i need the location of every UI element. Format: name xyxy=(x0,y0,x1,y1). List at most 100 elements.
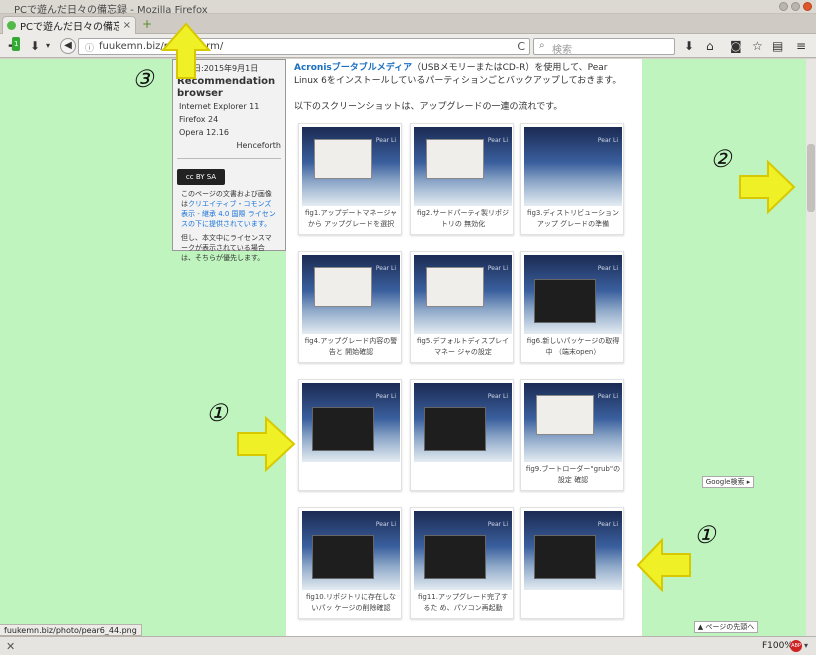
figure-thumbnail[interactable]: Pear Li xyxy=(302,127,400,206)
tab-active[interactable]: PCで遊んだ日々の備忘... × xyxy=(2,16,136,34)
figure-thumbnail[interactable]: Pear Li xyxy=(414,383,512,462)
figure-thumbnail[interactable]: Pear Li xyxy=(414,511,512,590)
figure-card[interactable]: Pear Li xyxy=(410,379,514,491)
pear-logo-text: Pear Li xyxy=(375,393,396,400)
pocket-icon[interactable]: ◙ xyxy=(730,39,742,53)
dialog-window xyxy=(314,267,372,307)
tab-bar: PCで遊んだ日々の備忘... × + xyxy=(0,14,816,34)
figure-caption: fig4.アップグレード内容の警告と 開始確認 xyxy=(304,337,398,356)
figure-thumbnail[interactable]: Pear Li xyxy=(414,127,512,206)
license-note: 但し、本文中にライセンスマークが表示されている場合は、そちらが優先します。 xyxy=(181,234,272,262)
window-controls xyxy=(779,2,812,11)
figure-thumbnail[interactable]: Pear Li xyxy=(524,383,622,462)
reading-list-icon[interactable]: ▤ xyxy=(772,39,783,53)
license-link[interactable]: クリエイティブ・コモンズ 表示 - 継承 4.0 国際 ライセンスの下に提供され… xyxy=(181,200,276,228)
favicon-icon xyxy=(7,21,16,30)
browser-opera: Opera 12.16 xyxy=(179,128,229,137)
home-icon[interactable]: ⌂ xyxy=(706,39,714,53)
annotation-arrow-right-2 xyxy=(739,159,796,215)
downloads-icon[interactable]: ⬇ xyxy=(684,39,694,53)
pear-logo-text: Pear Li xyxy=(487,265,508,272)
close-addon-bar-icon[interactable]: ✕ xyxy=(6,640,15,653)
intro-sentence: 以下のスクリーンショットは、アップグレードの一連の流れです。 xyxy=(294,102,563,112)
sidebar-box: 更新日:2015年9月1日 Recommendation browser Int… xyxy=(172,59,286,262)
search-bar[interactable]: ⌕ 検索 xyxy=(533,38,675,56)
vertical-scrollbar[interactable] xyxy=(806,59,816,636)
annotation-label-3: ③ xyxy=(132,65,154,93)
figure-card[interactable]: Pear Li fig11.アップグレード完了するた め、パソコン再起動 xyxy=(410,507,514,619)
cc-license-badge[interactable]: cc BY SA xyxy=(177,169,225,185)
figure-card[interactable]: Pear Li fig9.ブートローダー"grub"の設定 確認 xyxy=(520,379,624,491)
figure-thumbnail[interactable]: Pear Li xyxy=(302,255,400,334)
firefox-window: PCで遊んだ日々の備忘録 - Mozilla Firefox PCで遊んだ日々の… xyxy=(0,0,816,655)
figure-card[interactable]: Pear Li xyxy=(520,507,624,619)
zoom-level[interactable]: F100% xyxy=(762,641,793,651)
back-to-top-button[interactable]: ▲ ページの先頭へ xyxy=(694,621,758,633)
minimize-button[interactable] xyxy=(779,2,788,11)
download-icon[interactable]: ⬇ xyxy=(30,39,40,53)
browser-ie: Internet Explorer 11 xyxy=(179,102,260,111)
acronis-link[interactable]: Acronisブータブルメディア xyxy=(294,63,412,73)
figure-caption: fig5.デフォルトディスプレイマネー ジャの設定 xyxy=(416,337,510,356)
figure-card[interactable]: Pear Li fig4.アップグレード内容の警告と 開始確認 xyxy=(298,251,402,363)
scrollbar-thumb[interactable] xyxy=(807,144,815,212)
dialog-window xyxy=(426,267,484,307)
license-text: このページの文書および画像はクリエイティブ・コモンズ 表示 - 継承 4.0 国… xyxy=(177,185,281,229)
addon-bar: ✕ F100% ABP ▾ xyxy=(0,636,816,655)
figure-card[interactable]: Pear Li fig2.サードパーティ製リポジトリの 無効化 xyxy=(410,123,514,235)
dialog-window xyxy=(426,139,484,179)
adblock-icon[interactable]: ABP xyxy=(790,640,802,652)
figure-card[interactable]: Pear Li fig6.新しいパッケージの取得中 （端末open） xyxy=(520,251,624,363)
annotation-arrow-left-1 xyxy=(636,537,691,593)
navigation-bar: ✚ 1 ⬇ ▾ ◀ ⓘ fuukemn.biz/pear6-farm/ C ⌕ … xyxy=(0,34,816,58)
search-placeholder[interactable]: 検索 xyxy=(552,41,572,56)
chevron-down-icon[interactable]: ▾ xyxy=(804,641,808,650)
bookmark-star-icon[interactable]: ☆ xyxy=(752,39,763,53)
figure-thumbnail[interactable]: Pear Li xyxy=(524,511,622,590)
annotation-arrow-right-1 xyxy=(237,415,296,473)
menu-icon[interactable]: ≡ xyxy=(796,39,806,53)
figure-card[interactable]: Pear Li fig10.リポジトリに存在しないパッ ケージの削除確認 xyxy=(298,507,402,619)
site-info-icon[interactable]: ⓘ xyxy=(85,41,94,54)
annotation-arrow-up-3 xyxy=(160,22,212,79)
terminal-window xyxy=(424,535,486,579)
back-button[interactable]: ◀ xyxy=(60,38,76,54)
figure-thumbnail[interactable]: Pear Li xyxy=(302,511,400,590)
figure-thumbnail[interactable]: Pear Li xyxy=(414,255,512,334)
pear-logo-text: Pear Li xyxy=(375,265,396,272)
tab-close-icon[interactable]: × xyxy=(123,20,131,31)
figure-card[interactable]: Pear Li xyxy=(298,379,402,491)
browser-firefox: Firefox 24 xyxy=(179,115,219,124)
figure-card[interactable]: Pear Li fig1.アップデートマネージャから アップグレードを選択 xyxy=(298,123,402,235)
status-link-url: fuukemn.biz/photo/pear6_44.png xyxy=(0,624,142,636)
page-content: 更新日:2015年9月1日 Recommendation browser Int… xyxy=(0,59,806,636)
pear-logo-text: Pear Li xyxy=(597,265,618,272)
chevron-down-icon[interactable]: ▾ xyxy=(46,39,50,53)
figure-thumbnail[interactable]: Pear Li xyxy=(524,127,622,206)
annotation-label-2: ② xyxy=(710,145,732,173)
url-bar[interactable]: ⓘ fuukemn.biz/pear6-farm/ C xyxy=(78,38,530,55)
back-icon: ◀ xyxy=(64,40,72,51)
figure-caption: fig3.ディストリビューションアップ グレードの準備 xyxy=(527,209,619,228)
terminal-window xyxy=(424,407,486,451)
search-icon: ⌕ xyxy=(539,40,545,51)
annotation-label-1: ① xyxy=(206,399,228,427)
figure-card[interactable]: Pear Li fig3.ディストリビューションアップ グレードの準備 xyxy=(520,123,624,235)
main-article: Acronisブータブルメディア（USBメモリーまたはCD-R）を使用して、Pe… xyxy=(286,59,642,636)
close-window-button[interactable] xyxy=(803,2,812,11)
google-search-button[interactable]: Google検索 ▸ xyxy=(702,476,754,488)
reload-icon[interactable]: C xyxy=(517,40,525,53)
figure-caption: fig2.サードパーティ製リポジトリの 無効化 xyxy=(416,209,510,228)
maximize-button[interactable] xyxy=(791,2,800,11)
henceforth-label: Henceforth xyxy=(236,141,281,150)
figure-caption: fig11.アップグレード完了するた め、パソコン再起動 xyxy=(418,593,508,612)
figure-caption: fig10.リポジトリに存在しないパッ ケージの削除確認 xyxy=(306,593,396,612)
figure-thumbnail[interactable]: Pear Li xyxy=(524,255,622,334)
new-tab-button[interactable]: + xyxy=(140,17,154,31)
figure-caption: fig6.新しいパッケージの取得中 （端末open） xyxy=(526,337,620,356)
title-bar: PCで遊んだ日々の備忘録 - Mozilla Firefox xyxy=(0,0,816,16)
pear-logo-text: Pear Li xyxy=(375,137,396,144)
figure-card[interactable]: Pear Li fig5.デフォルトディスプレイマネー ジャの設定 xyxy=(410,251,514,363)
figure-thumbnail[interactable]: Pear Li xyxy=(302,383,400,462)
figure-caption: fig9.ブートローダー"grub"の設定 確認 xyxy=(525,465,621,484)
